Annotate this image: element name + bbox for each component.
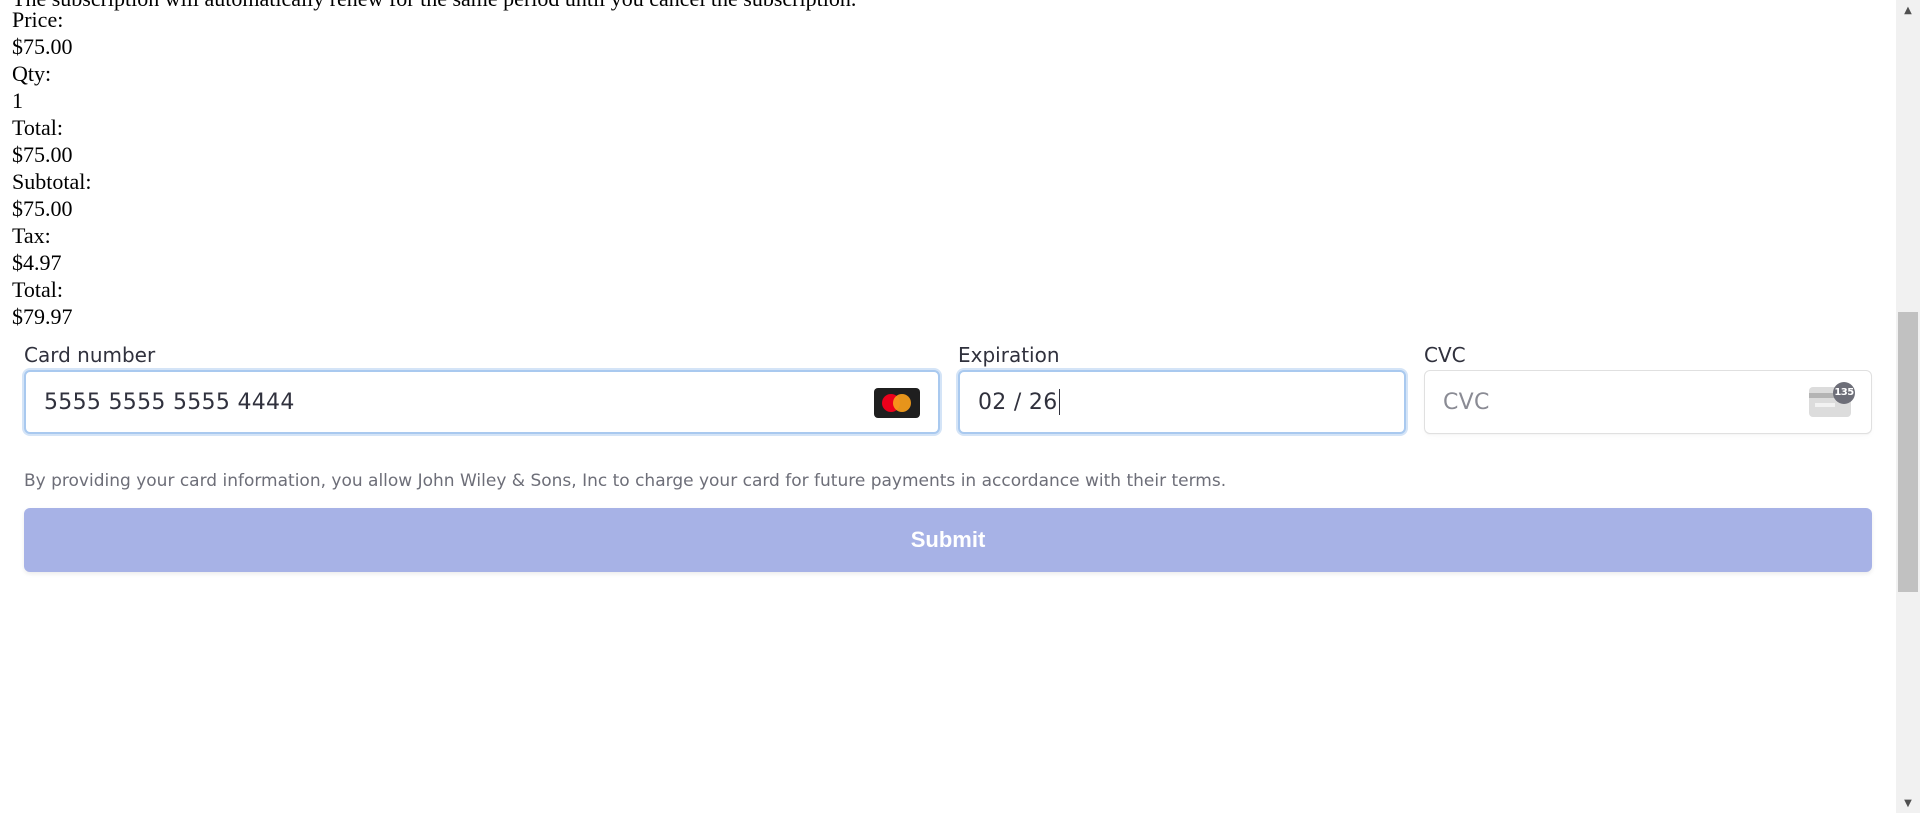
tax-label: Tax: — [12, 223, 51, 248]
subscription-notice-text: The subscription will automatically rene… — [12, 0, 856, 12]
mastercard-orange-circle — [893, 394, 911, 412]
card-number-group: Card number 5555 5555 5555 4444 — [24, 340, 940, 434]
qty-label: Qty: — [12, 61, 52, 86]
scrollbar-thumb[interactable] — [1898, 312, 1918, 592]
expiration-value-wrap: 02 / 26 — [978, 372, 1060, 432]
grand-total-value: $79.97 — [12, 304, 73, 329]
qty-value: 1 — [12, 88, 23, 113]
checkout-page: The subscription will automatically rene… — [0, 0, 1896, 813]
cvc-group: CVC CVC 135 — [1424, 340, 1872, 434]
expiration-label: Expiration — [958, 343, 1060, 367]
mastercard-icon — [874, 388, 920, 418]
order-summary: Price: $75.00 Qty: 1 Total: $75.00 Subto… — [12, 6, 91, 330]
payment-form: Card number 5555 5555 5555 4444 Expirati… — [24, 340, 1872, 572]
cvc-number-badge: 135 — [1833, 382, 1855, 404]
cvc-input[interactable]: CVC 135 — [1424, 370, 1872, 434]
card-number-value: 5555 5555 5555 4444 — [44, 389, 295, 415]
vertical-scrollbar[interactable]: ▲ ▼ — [1896, 0, 1920, 813]
submit-button[interactable]: Submit — [24, 508, 1872, 572]
price-value: $75.00 — [12, 34, 73, 59]
cvc-label: CVC — [1424, 343, 1466, 367]
line-total-label: Total: — [12, 115, 64, 140]
expiration-value: 02 / 26 — [978, 389, 1058, 415]
card-number-label: Card number — [24, 343, 156, 367]
card-fields-row: Card number 5555 5555 5555 4444 Expirati… — [24, 340, 1872, 434]
scroll-up-arrow-icon[interactable]: ▲ — [1896, 0, 1920, 20]
scroll-down-arrow-icon[interactable]: ▼ — [1896, 793, 1920, 813]
price-label: Price: — [12, 7, 64, 32]
tax-value: $4.97 — [12, 250, 62, 275]
grand-total-label: Total: — [12, 277, 64, 302]
expiration-input[interactable]: 02 / 26 — [958, 370, 1406, 434]
cvc-card-icon: 135 — [1809, 382, 1855, 419]
subtotal-value: $75.00 — [12, 196, 73, 221]
cvc-card-line — [1815, 403, 1835, 407]
subtotal-label: Subtotal: — [12, 169, 92, 194]
cvc-placeholder: CVC — [1443, 389, 1490, 415]
card-number-input[interactable]: 5555 5555 5555 4444 — [24, 370, 940, 434]
terms-text: By providing your card information, you … — [24, 471, 1227, 491]
expiration-group: Expiration 02 / 26 — [958, 340, 1406, 434]
line-total-value: $75.00 — [12, 142, 73, 167]
text-caret — [1058, 389, 1060, 415]
